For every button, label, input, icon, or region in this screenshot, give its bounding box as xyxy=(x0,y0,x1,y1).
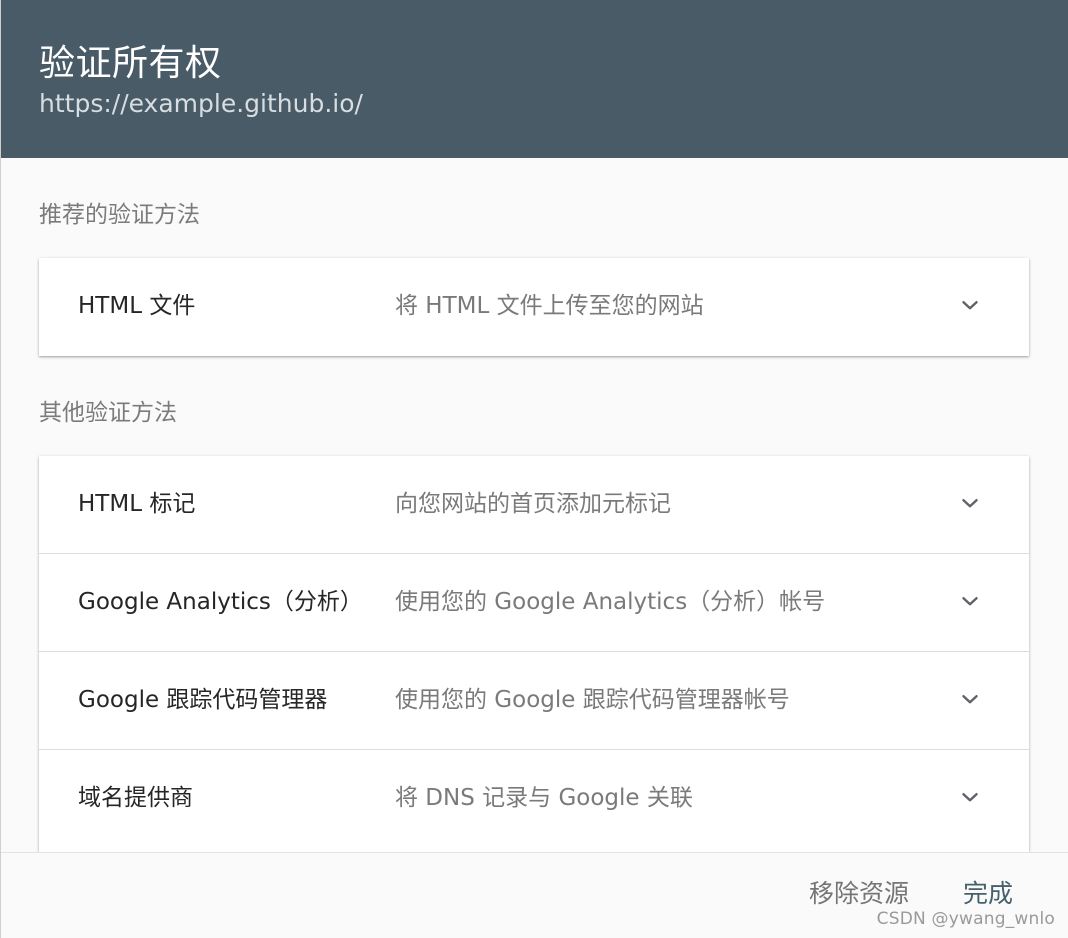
method-name: 域名提供商 xyxy=(78,785,193,811)
method-name: Google 跟踪代码管理器 xyxy=(78,687,328,713)
method-row-html-file[interactable]: HTML 文件 将 HTML 文件上传至您的网站 xyxy=(39,258,1029,356)
chevron-down-icon[interactable] xyxy=(958,491,982,515)
method-row-google-tag-manager[interactable]: Google 跟踪代码管理器 使用您的 Google 跟踪代码管理器帐号 xyxy=(39,652,1029,750)
recommended-methods-card: HTML 文件 将 HTML 文件上传至您的网站 xyxy=(39,258,1029,356)
method-row-html-tag[interactable]: HTML 标记 向您网站的首页添加元标记 xyxy=(39,456,1029,554)
method-description: 使用您的 Google Analytics（分析）帐号 xyxy=(395,589,826,615)
method-name: Google Analytics（分析） xyxy=(78,589,363,615)
chevron-down-icon[interactable] xyxy=(958,687,982,711)
method-row-domain-provider[interactable]: 域名提供商 将 DNS 记录与 Google 关联 xyxy=(39,750,1029,848)
method-description: 向您网站的首页添加元标记 xyxy=(395,491,671,517)
dialog-footer: 移除资源 完成 CSDN @ywang_wnlo xyxy=(1,852,1068,938)
other-methods-card: HTML 标记 向您网站的首页添加元标记 Google Analytics（分析… xyxy=(39,456,1029,852)
remove-property-button[interactable]: 移除资源 xyxy=(809,877,909,911)
method-description: 将 HTML 文件上传至您的网站 xyxy=(395,293,704,319)
verify-ownership-dialog: 验证所有权 https://example.github.io/ 推荐的验证方法… xyxy=(0,0,1068,938)
other-methods-label: 其他验证方法 xyxy=(39,400,177,426)
method-row-google-analytics[interactable]: Google Analytics（分析） 使用您的 Google Analyti… xyxy=(39,554,1029,652)
property-url: https://example.github.io/ xyxy=(39,89,363,118)
recommended-methods-label: 推荐的验证方法 xyxy=(39,202,200,228)
dialog-title: 验证所有权 xyxy=(39,43,222,84)
method-description: 使用您的 Google 跟踪代码管理器帐号 xyxy=(395,687,790,713)
chevron-down-icon[interactable] xyxy=(958,293,982,317)
method-name: HTML 文件 xyxy=(78,293,196,319)
method-description: 将 DNS 记录与 Google 关联 xyxy=(395,785,693,811)
dialog-header: 验证所有权 https://example.github.io/ xyxy=(1,0,1068,158)
chevron-down-icon[interactable] xyxy=(958,785,982,809)
method-name: HTML 标记 xyxy=(78,491,196,517)
watermark: CSDN @ywang_wnlo xyxy=(876,909,1055,929)
chevron-down-icon[interactable] xyxy=(958,589,982,613)
done-button[interactable]: 完成 xyxy=(963,877,1013,911)
